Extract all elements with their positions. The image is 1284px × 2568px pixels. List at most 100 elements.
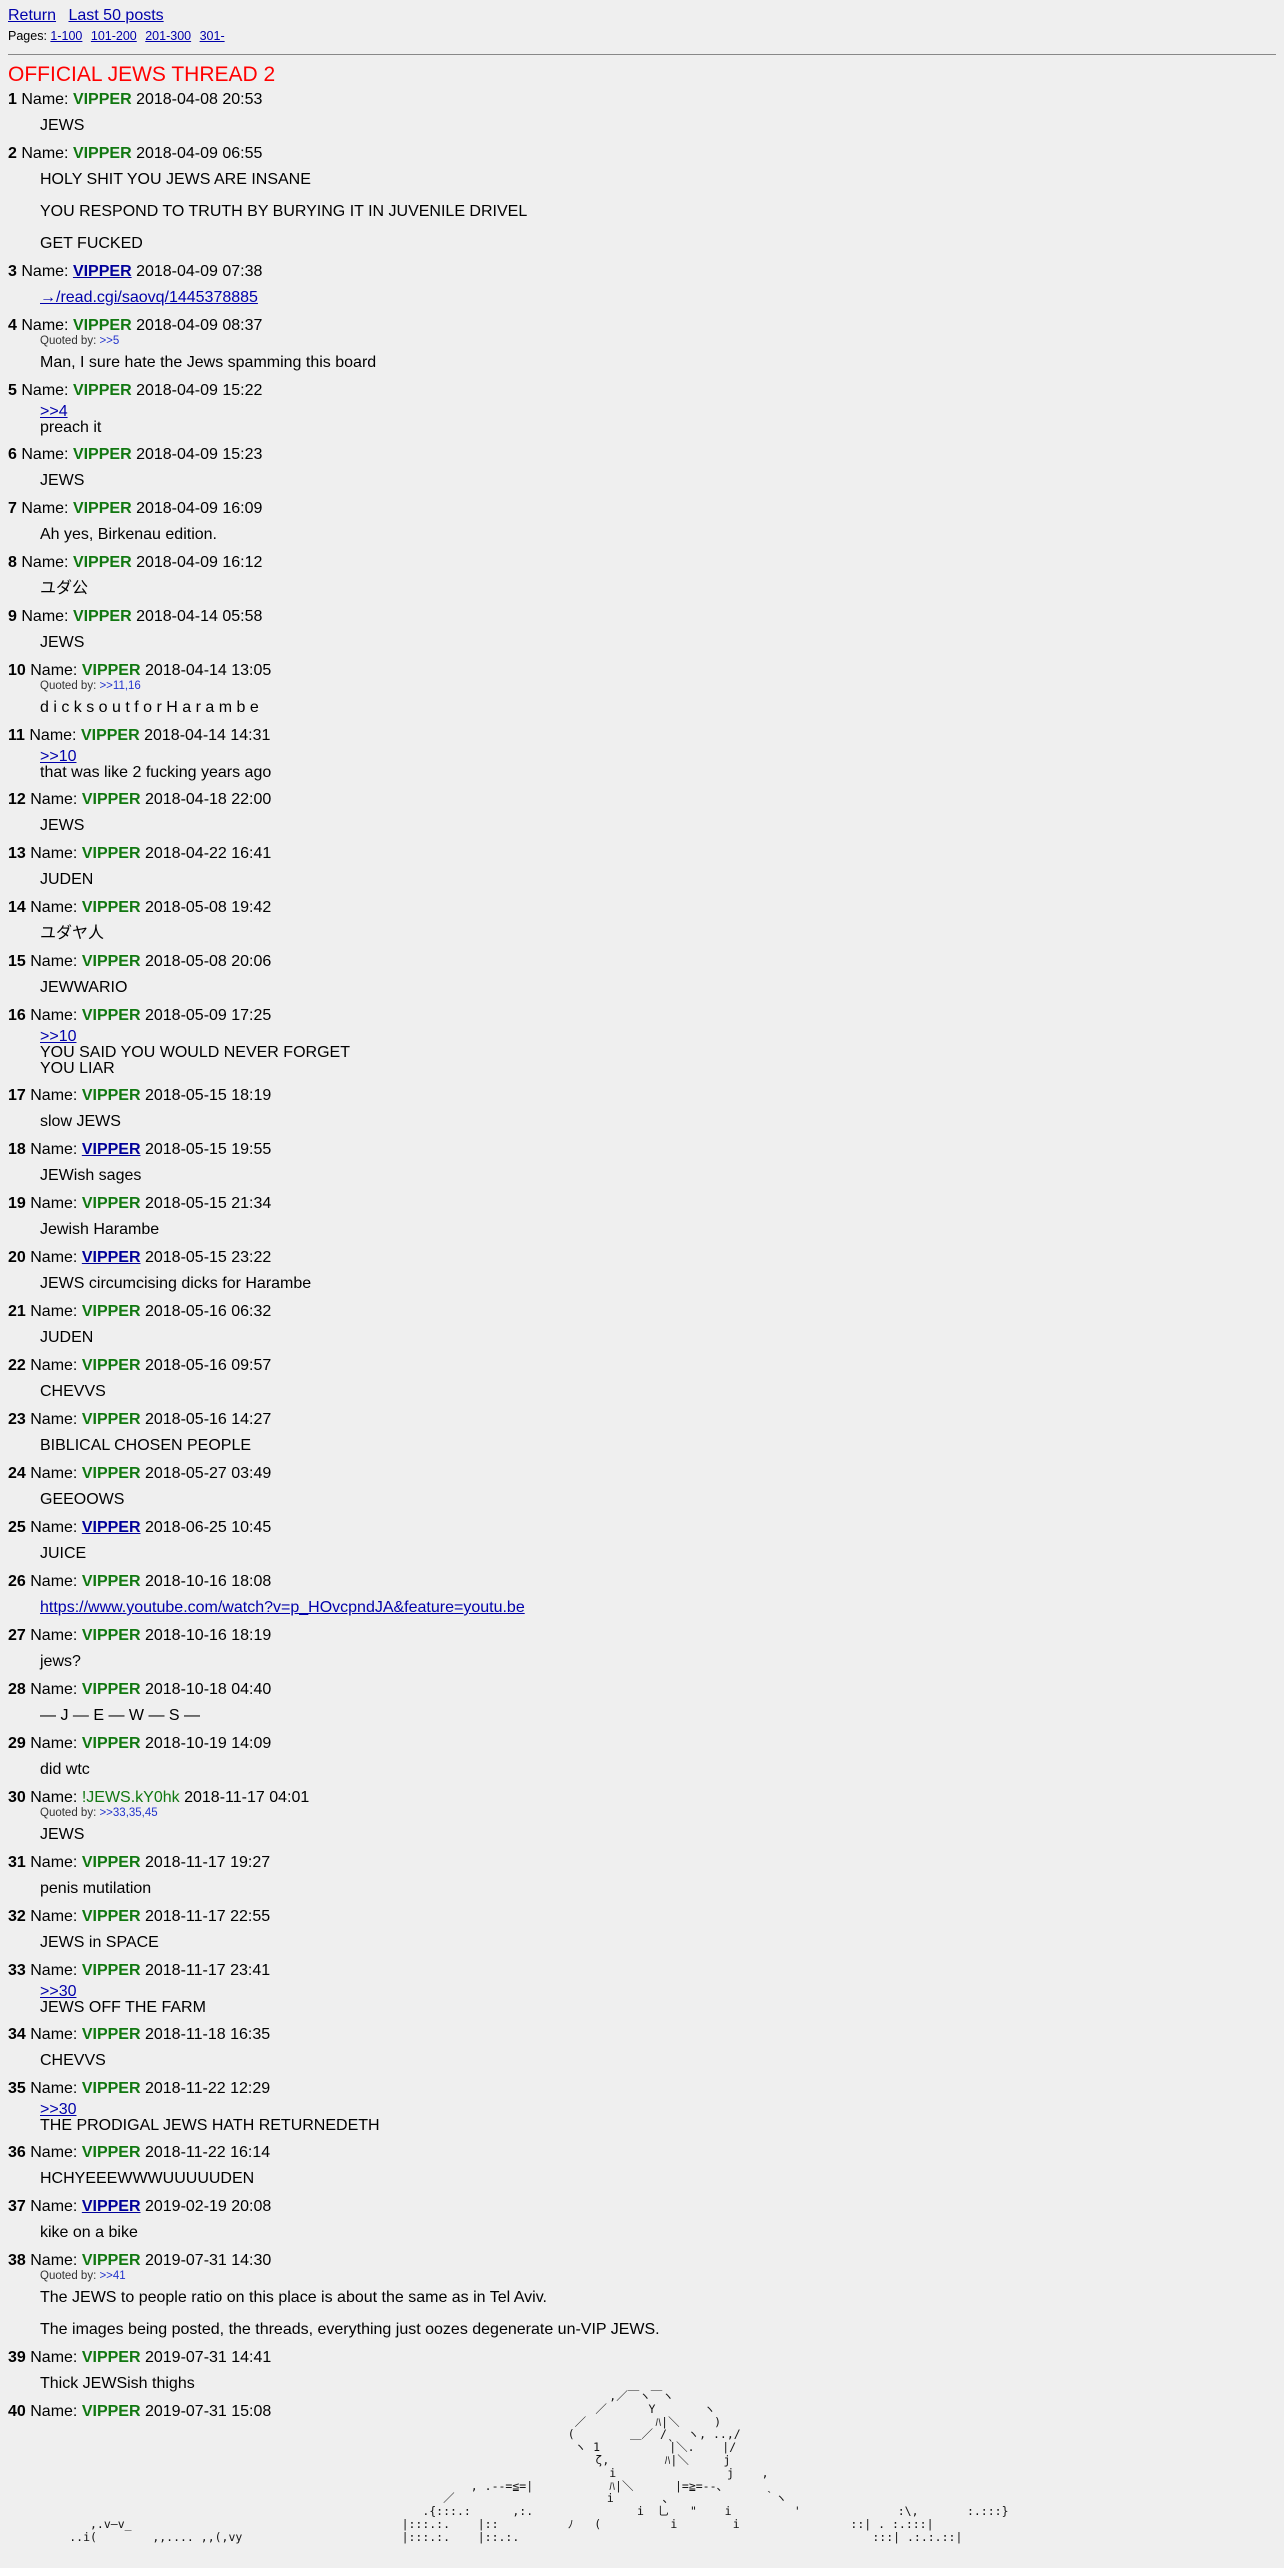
post-number[interactable]: 28 <box>8 1681 26 1698</box>
post-number[interactable]: 27 <box>8 1627 26 1644</box>
post-header: 37 Name: VIPPER 2019-02-19 20:08 <box>8 2196 1276 2218</box>
post-number[interactable]: 8 <box>8 554 17 571</box>
post-number[interactable]: 17 <box>8 1087 26 1104</box>
post-number[interactable]: 22 <box>8 1357 26 1374</box>
quoted-by-link[interactable]: >>33,35,45 <box>99 1807 157 1819</box>
post-number[interactable]: 35 <box>8 2080 26 2097</box>
post-text: JUICE <box>40 1545 87 1562</box>
post-number[interactable]: 34 <box>8 2026 26 2043</box>
post-number[interactable]: 23 <box>8 1411 26 1428</box>
post-header: 9 Name: VIPPER 2018-04-14 05:58 <box>8 606 1276 628</box>
post-number[interactable]: 33 <box>8 1962 26 1979</box>
post-header: 6 Name: VIPPER 2018-04-09 15:23 <box>8 444 1276 466</box>
post-body: slow JEWS <box>40 1107 1276 1139</box>
poster-name: VIPPER <box>80 727 140 744</box>
post-number[interactable]: 21 <box>8 1303 26 1320</box>
page-link-101-200[interactable]: 101-200 <box>91 29 137 43</box>
post-number[interactable]: 7 <box>8 500 17 517</box>
poster-name-mail-link[interactable]: VIPPER <box>73 263 132 280</box>
post-date: 2018-04-18 22:00 <box>144 791 272 808</box>
name-label: Name: <box>30 1303 78 1320</box>
top-nav: Return Last 50 posts <box>8 6 1276 26</box>
post-text: slow JEWS <box>40 1113 121 1130</box>
return-link[interactable]: Return <box>8 7 56 24</box>
post-number[interactable]: 37 <box>8 2198 26 2215</box>
post-number[interactable]: 39 <box>8 2349 26 2366</box>
post-number[interactable]: 18 <box>8 1141 26 1158</box>
post-date: 2018-10-18 04:40 <box>144 1681 272 1698</box>
post-number[interactable]: 16 <box>8 1007 26 1024</box>
post-body: GEEOOWS <box>40 1485 1276 1517</box>
post: 35 Name: VIPPER 2018-11-22 12:29 >>30 THE … <box>8 2078 1276 2142</box>
poster-name: VIPPER <box>81 2026 141 2043</box>
post-number[interactable]: 30 <box>8 1789 26 1806</box>
page-link-301[interactable]: 301- <box>200 29 225 43</box>
post-number[interactable]: 19 <box>8 1195 26 1212</box>
poster-name-mail-link[interactable]: VIPPER <box>82 1141 141 1158</box>
post-number[interactable]: 14 <box>8 899 26 916</box>
post-number[interactable]: 3 <box>8 263 17 280</box>
post-date: 2018-10-16 18:08 <box>144 1573 272 1590</box>
reply-reference-link[interactable]: >>10 <box>40 1029 1276 1045</box>
post-text: Ah yes, Birkenau edition. <box>40 526 217 543</box>
quoted-by-link[interactable]: >>41 <box>99 2270 125 2282</box>
post-body: — J — E — W — S — <box>40 1701 1276 1733</box>
poster-name-mail-link[interactable]: VIPPER <box>82 1249 141 1266</box>
post: 19 Name: VIPPER 2018-05-15 21:34 Jewish H… <box>8 1193 1276 1247</box>
post-number[interactable]: 12 <box>8 791 26 808</box>
post-text: JEWS <box>40 472 85 489</box>
poster-name: VIPPER <box>81 1411 141 1428</box>
post-number[interactable]: 24 <box>8 1465 26 1482</box>
post-body: JEWS <box>40 1820 1276 1852</box>
post-number[interactable]: 13 <box>8 845 26 862</box>
post-number[interactable]: 2 <box>8 145 17 162</box>
post-text: ユダヤ人 <box>40 925 105 942</box>
poster-name-mail-link[interactable]: VIPPER <box>82 1519 141 1536</box>
post-number[interactable]: 25 <box>8 1519 26 1536</box>
post-number[interactable]: 31 <box>8 1854 26 1871</box>
post-number[interactable]: 11 <box>8 727 25 744</box>
page-link-1-100[interactable]: 1-100 <box>50 29 82 43</box>
last-50-posts-link[interactable]: Last 50 posts <box>68 7 163 24</box>
name-label: Name: <box>30 845 78 862</box>
poster-name-mail-link[interactable]: VIPPER <box>82 2198 141 2215</box>
post-text: JUDEN <box>40 1329 94 1346</box>
post-number[interactable]: 26 <box>8 1573 26 1590</box>
post-number[interactable]: 36 <box>8 2144 26 2161</box>
post-body: Jewish Harambe <box>40 1215 1276 1247</box>
quoted-by-link[interactable]: >>5 <box>99 335 119 347</box>
post-text: jews? <box>40 1653 81 1670</box>
post-number[interactable]: 6 <box>8 446 17 463</box>
reply-reference-link[interactable]: >>30 <box>40 2102 1276 2118</box>
post-date: 2018-05-09 17:25 <box>144 1007 272 1024</box>
post-number[interactable]: 10 <box>8 662 26 679</box>
poster-name: VIPPER <box>81 1087 141 1104</box>
reply-reference-link[interactable]: >>10 <box>40 749 1276 765</box>
divider <box>8 54 1276 55</box>
poster-name: VIPPER <box>81 1908 141 1925</box>
post-link[interactable]: →/read.cgi/saovq/1445378885 <box>40 289 258 306</box>
post-number[interactable]: 38 <box>8 2252 26 2269</box>
post-number[interactable]: 32 <box>8 1908 26 1925</box>
post-date: 2018-04-09 16:12 <box>136 554 263 571</box>
post-date: 2018-04-08 20:53 <box>136 91 263 108</box>
post-number[interactable]: 20 <box>8 1249 26 1266</box>
page-link-201-300[interactable]: 201-300 <box>145 29 191 43</box>
post-number[interactable]: 15 <box>8 953 26 970</box>
post-number[interactable]: 4 <box>8 317 17 334</box>
name-label: Name: <box>21 382 69 399</box>
post-number[interactable]: 29 <box>8 1735 26 1752</box>
post-header: 14 Name: VIPPER 2018-05-08 19:42 <box>8 897 1276 919</box>
reply-reference-link[interactable]: >>4 <box>40 404 1276 420</box>
post-number[interactable]: 5 <box>8 382 17 399</box>
post-number[interactable]: 9 <box>8 608 17 625</box>
quoted-by-link[interactable]: >>11,16 <box>99 680 140 692</box>
post: 26 Name: VIPPER 2018-10-16 18:08 https://… <box>8 1571 1276 1625</box>
post-link[interactable]: https://www.youtube.com/watch?v=p_HOvcpn… <box>40 1599 525 1616</box>
post-text: JEWS <box>40 634 85 651</box>
post-text: The JEWS to people ratio on this place i… <box>40 2289 547 2306</box>
name-label: Name: <box>21 554 69 571</box>
reply-reference-link[interactable]: >>30 <box>40 1984 1276 2000</box>
post-header: 34 Name: VIPPER 2018-11-18 16:35 <box>8 2024 1276 2046</box>
post-number[interactable]: 1 <box>8 91 17 108</box>
